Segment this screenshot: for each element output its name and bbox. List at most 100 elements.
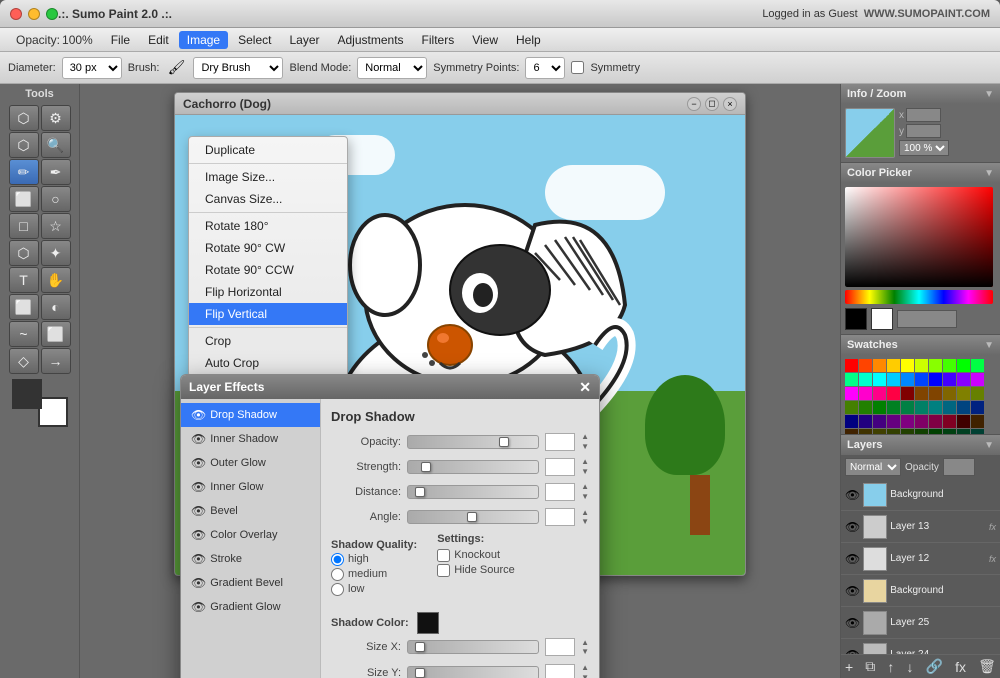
- delete-layer-button[interactable]: 🗑: [978, 658, 996, 675]
- maximize-button[interactable]: [46, 8, 58, 20]
- swatch-item[interactable]: [859, 401, 872, 414]
- swatch-item[interactable]: [929, 373, 942, 386]
- sizey-down-arrow[interactable]: ▼: [581, 673, 589, 678]
- tool-brush[interactable]: ✏: [9, 159, 39, 185]
- angle-slider-track[interactable]: [407, 510, 539, 524]
- menu-file[interactable]: File: [103, 31, 138, 49]
- canvas-close[interactable]: ×: [723, 97, 737, 111]
- swatch-item[interactable]: [901, 387, 914, 400]
- color-picker-arrow[interactable]: ▼: [984, 168, 994, 179]
- menu-filters[interactable]: Filters: [414, 31, 463, 49]
- swatch-item[interactable]: [901, 359, 914, 372]
- layer-item[interactable]: 👁 Background: [841, 575, 1000, 607]
- swatch-item[interactable]: [929, 415, 942, 428]
- effect-color-overlay[interactable]: 👁 Color Overlay: [181, 523, 320, 547]
- sizex-slider-thumb[interactable]: [415, 642, 425, 652]
- background-color[interactable]: [38, 397, 68, 427]
- opacity-down-arrow[interactable]: ▼: [581, 442, 589, 452]
- canvas-restore[interactable]: ◻: [705, 97, 719, 111]
- swatch-item[interactable]: [957, 359, 970, 372]
- swatch-item[interactable]: [887, 359, 900, 372]
- menu-item-image-size[interactable]: Image Size...: [189, 166, 347, 188]
- opacity-up-arrow[interactable]: ▲: [581, 432, 589, 442]
- sizey-slider-value[interactable]: 5: [545, 664, 575, 678]
- eye-icon-drop-shadow[interactable]: 👁: [191, 408, 206, 422]
- menu-item-rotate-ccw[interactable]: Rotate 90° CCW: [189, 259, 347, 281]
- info-zoom-arrow[interactable]: ▼: [984, 89, 994, 100]
- swatch-item[interactable]: [971, 415, 984, 428]
- menu-item-auto-crop[interactable]: Auto Crop: [189, 352, 347, 374]
- move-up-button[interactable]: ↑: [887, 659, 894, 675]
- color-gradient[interactable]: [845, 187, 993, 287]
- sizey-slider-thumb[interactable]: [415, 668, 425, 678]
- swatch-item[interactable]: [943, 359, 956, 372]
- swatch-item[interactable]: [859, 373, 872, 386]
- brush-select[interactable]: Dry BrushRoundSoft: [193, 57, 283, 79]
- swatch-item[interactable]: [859, 387, 872, 400]
- menu-image[interactable]: Image: [179, 31, 228, 49]
- swatch-item[interactable]: [901, 415, 914, 428]
- layer-item[interactable]: 👁 Background: [841, 479, 1000, 511]
- blend-select[interactable]: NormalMultiplyScreen: [357, 57, 427, 79]
- swatch-item[interactable]: [929, 401, 942, 414]
- angle-slider-value[interactable]: 45: [545, 508, 575, 526]
- dialog-close-button[interactable]: ✕: [579, 379, 591, 396]
- sizex-down-arrow[interactable]: ▼: [581, 647, 589, 657]
- swatch-item[interactable]: [971, 373, 984, 386]
- minimize-button[interactable]: [28, 8, 40, 20]
- diameter-select[interactable]: 30 px10 px20 px50 px: [62, 57, 122, 79]
- hide-source-checkbox[interactable]: [437, 564, 450, 577]
- tool-star[interactable]: ☆: [41, 213, 71, 239]
- effect-gradient-glow[interactable]: 👁 Gradient Glow: [181, 595, 320, 619]
- menu-adjustments[interactable]: Adjustments: [330, 31, 412, 49]
- tool-magic-wand[interactable]: ⬡: [9, 132, 39, 158]
- effect-outer-glow[interactable]: 👁 Outer Glow: [181, 451, 320, 475]
- layer-item[interactable]: 👁 Layer 25: [841, 607, 1000, 639]
- swatches-arrow[interactable]: ▼: [984, 340, 994, 351]
- close-button[interactable]: [10, 8, 22, 20]
- tool-gradient[interactable]: ◐: [41, 294, 71, 320]
- swatch-item[interactable]: [957, 387, 970, 400]
- y-coord-input[interactable]: [906, 124, 941, 138]
- swatch-item[interactable]: [943, 387, 956, 400]
- effect-bevel[interactable]: 👁 Bevel: [181, 499, 320, 523]
- swatch-item[interactable]: [929, 387, 942, 400]
- distance-slider-value[interactable]: 5: [545, 483, 575, 501]
- sizey-slider-track[interactable]: [407, 666, 539, 678]
- layer-visibility-toggle[interactable]: 👁: [845, 584, 860, 598]
- swatch-item[interactable]: [859, 359, 872, 372]
- foreground-color[interactable]: [12, 379, 42, 409]
- menu-item-rotate-cw[interactable]: Rotate 90° CW: [189, 237, 347, 259]
- tool-lasso[interactable]: ⚙: [41, 105, 71, 131]
- sizex-slider-value[interactable]: 5: [545, 638, 575, 656]
- tool-hand[interactable]: ✋: [41, 267, 71, 293]
- swatch-item[interactable]: [845, 401, 858, 414]
- knockout-checkbox[interactable]: [437, 549, 450, 562]
- move-down-button[interactable]: ↓: [907, 659, 914, 675]
- symmetry-points-select[interactable]: 6348: [525, 57, 565, 79]
- tool-select[interactable]: ⬡: [9, 105, 39, 131]
- background-swatch[interactable]: [871, 308, 893, 330]
- swatch-item[interactable]: [971, 359, 984, 372]
- tool-eraser[interactable]: ⬜: [9, 186, 39, 212]
- menu-item-rotate-180[interactable]: Rotate 180°: [189, 215, 347, 237]
- shadow-color-box[interactable]: [417, 612, 439, 634]
- effect-drop-shadow[interactable]: 👁 Drop Shadow: [181, 403, 320, 427]
- effect-inner-shadow[interactable]: 👁 Inner Shadow: [181, 427, 320, 451]
- swatch-item[interactable]: [957, 415, 970, 428]
- menu-item-duplicate[interactable]: Duplicate: [189, 139, 347, 161]
- quality-high-radio[interactable]: [331, 553, 344, 566]
- layer-item[interactable]: 👁 Layer 24: [841, 639, 1000, 654]
- swatch-item[interactable]: [971, 387, 984, 400]
- quality-medium-radio[interactable]: [331, 568, 344, 581]
- distance-slider-track[interactable]: [407, 485, 539, 499]
- swatch-item[interactable]: [915, 373, 928, 386]
- swatch-item[interactable]: [901, 373, 914, 386]
- angle-down-arrow[interactable]: ▼: [581, 517, 589, 527]
- layer-visibility-toggle[interactable]: 👁: [845, 520, 860, 534]
- tool-pencil[interactable]: ✒: [41, 159, 71, 185]
- tool-bucket[interactable]: ⬜: [9, 294, 39, 320]
- menu-help[interactable]: Help: [508, 31, 549, 49]
- strength-slider-value[interactable]: 10: [545, 458, 575, 476]
- angle-slider-thumb[interactable]: [467, 512, 477, 522]
